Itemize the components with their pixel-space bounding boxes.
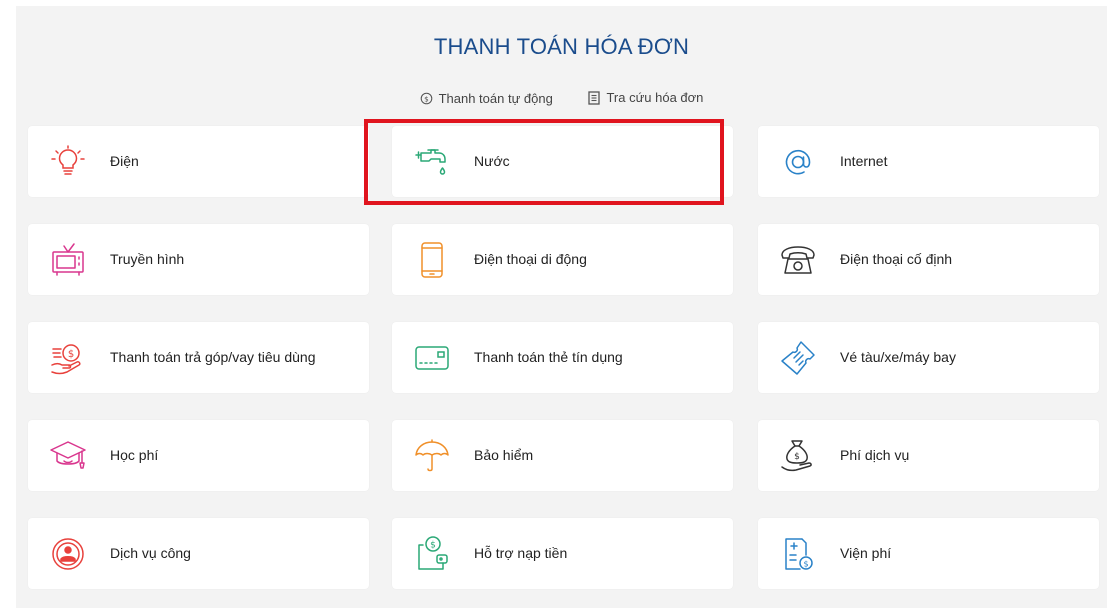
service-card-topup[interactable]: $ Hỗ trợ nạp tiền: [392, 518, 733, 589]
service-label: Học phí: [110, 447, 159, 463]
mobile-phone-icon: [412, 240, 452, 280]
service-label: Điện: [110, 153, 139, 169]
service-label: Truyền hình: [110, 251, 185, 267]
service-card-landline[interactable]: Điện thoại cố định: [758, 224, 1099, 295]
money-bag-icon: $: [778, 436, 818, 476]
service-label: Nước: [474, 153, 510, 169]
quick-links: $ Thanh toán tự động Tra cứu hóa đơn: [16, 90, 1107, 108]
svg-text:$: $: [803, 560, 808, 569]
graduation-cap-icon: [48, 436, 88, 476]
svg-text:$: $: [68, 349, 74, 360]
service-label: Phí dịch vụ: [840, 447, 910, 463]
receipt-icon: [588, 90, 601, 105]
service-label: Viện phí: [840, 545, 892, 561]
at-sign-icon: [778, 142, 818, 182]
lightbulb-icon: [48, 142, 88, 182]
service-card-credit-card[interactable]: Thanh toán thẻ tín dụng: [392, 322, 733, 393]
service-card-tuition[interactable]: Học phí: [28, 420, 369, 491]
service-label: Thanh toán thẻ tín dụng: [474, 349, 623, 365]
svg-text:$: $: [424, 94, 429, 103]
service-card-internet[interactable]: Internet: [758, 126, 1099, 197]
service-card-ticket[interactable]: Vé tàu/xe/máy bay: [758, 322, 1099, 393]
service-card-insurance[interactable]: Bảo hiểm: [392, 420, 733, 491]
service-label: Thanh toán trả góp/vay tiêu dùng: [110, 349, 316, 365]
umbrella-icon: [412, 436, 452, 476]
service-card-water[interactable]: Nước: [392, 126, 733, 197]
credit-card-icon: [412, 338, 452, 378]
service-label: Dịch vụ công: [110, 545, 191, 561]
medical-bill-icon: $: [778, 534, 818, 574]
service-card-installment[interactable]: $ Thanh toán trả góp/vay tiêu dùng: [28, 322, 369, 393]
service-card-television[interactable]: Truyền hình: [28, 224, 369, 295]
wallet-topup-icon: $: [412, 534, 452, 574]
service-card-mobile-phone[interactable]: Điện thoại di động: [392, 224, 733, 295]
svg-text:$: $: [430, 541, 436, 551]
service-label: Internet: [840, 153, 888, 169]
public-seal-icon: [48, 534, 88, 574]
ticket-icon: [778, 338, 818, 378]
service-card-public-service[interactable]: Dịch vụ công: [28, 518, 369, 589]
bill-lookup-label: Tra cứu hóa đơn: [606, 90, 704, 105]
service-label: Vé tàu/xe/máy bay: [840, 349, 956, 365]
coin-hand-icon: $: [48, 338, 88, 378]
service-label: Bảo hiểm: [474, 447, 534, 463]
landline-phone-icon: [778, 240, 818, 280]
water-tap-icon: [412, 142, 452, 182]
service-card-electricity[interactable]: Điện: [28, 126, 369, 197]
tv-icon: [48, 240, 88, 280]
service-card-service-fee[interactable]: $ Phí dịch vụ: [758, 420, 1099, 491]
auto-payment-link[interactable]: $ Thanh toán tự động: [420, 91, 553, 106]
svg-text:$: $: [794, 452, 800, 462]
service-card-hospital-fee[interactable]: $ Viện phí: [758, 518, 1099, 589]
page-title: THANH TOÁN HÓA ĐƠN: [433, 34, 690, 59]
auto-payment-label: Thanh toán tự động: [438, 90, 553, 106]
bill-lookup-link[interactable]: Tra cứu hóa đơn: [588, 90, 703, 105]
service-label: Điện thoại di động: [474, 251, 587, 267]
dollar-circle-icon: $: [420, 92, 432, 104]
service-label: Hỗ trợ nạp tiền: [474, 545, 568, 561]
service-label: Điện thoại cố định: [840, 251, 953, 267]
